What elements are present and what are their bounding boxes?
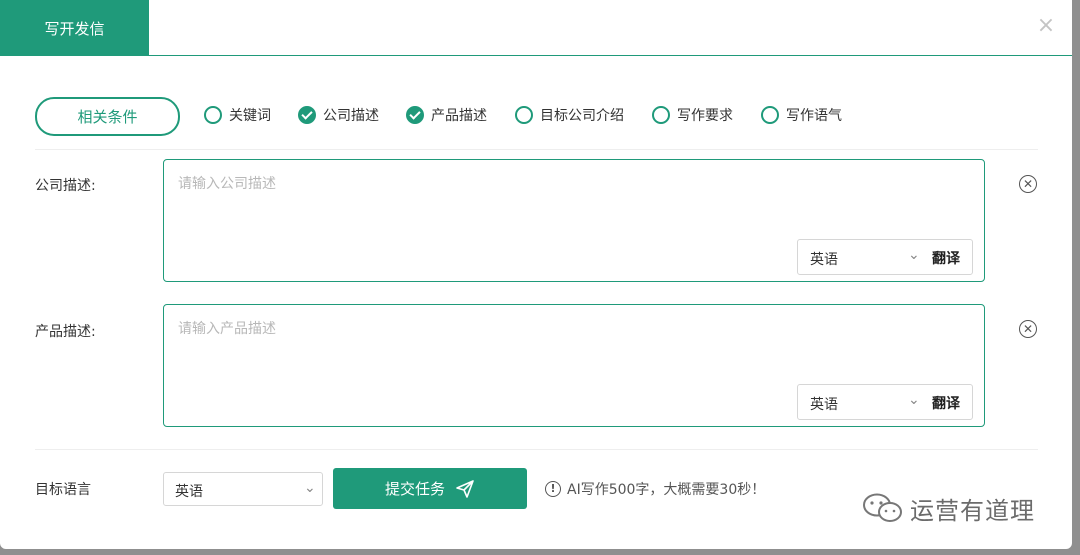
divider (35, 449, 1038, 450)
product-desc-placeholder: 请输入产品描述 (178, 321, 276, 337)
dialog-title-tab[interactable]: 写开发信 (0, 0, 149, 56)
divider (35, 149, 1038, 150)
option-label: 关键词 (229, 108, 271, 124)
radio-checked-icon[interactable] (298, 106, 316, 124)
option-writing-tone[interactable]: 写作语气 (761, 105, 842, 125)
option-label: 写作语气 (786, 108, 842, 124)
option-label: 目标公司介绍 (540, 108, 624, 124)
option-company-desc[interactable]: 公司描述 (298, 105, 379, 125)
option-target-company[interactable]: 目标公司介绍 (515, 105, 624, 125)
radio-unchecked-icon[interactable] (515, 106, 533, 124)
product-language-select[interactable]: 英语 ⌄ 翻译 (797, 384, 973, 420)
write-letter-dialog: 写开发信 × 相关条件 关键词 公司描述 产品描述 目标公司介绍 写作要求 写作… (0, 0, 1072, 549)
radio-checked-icon[interactable] (406, 106, 424, 124)
chevron-down-icon: ⌄ (304, 480, 316, 496)
product-language-value: 英语 (810, 397, 838, 413)
watermark: 运营有道理 (862, 490, 1035, 526)
product-desc-label: 产品描述: (35, 324, 96, 340)
option-product-desc[interactable]: 产品描述 (406, 105, 487, 125)
conditions-button[interactable]: 相关条件 (35, 97, 180, 136)
target-language-label: 目标语言 (35, 482, 91, 498)
option-label: 公司描述 (323, 108, 379, 124)
option-label: 写作要求 (677, 108, 733, 124)
radio-unchecked-icon[interactable] (761, 106, 779, 124)
conditions-button-label: 相关条件 (77, 108, 138, 126)
company-desc-placeholder: 请输入公司描述 (178, 176, 276, 192)
company-translate-button[interactable]: 翻译 (932, 248, 960, 268)
notice: ! AI写作500字，大概需要30秒！ (545, 479, 765, 499)
close-icon[interactable]: × (1036, 15, 1056, 37)
clear-circle-icon[interactable]: ✕ (1019, 175, 1037, 193)
option-writing-requirements[interactable]: 写作要求 (652, 105, 733, 125)
option-keywords[interactable]: 关键词 (204, 105, 271, 125)
dialog-header: 写开发信 × (0, 0, 1072, 56)
submit-task-button[interactable]: 提交任务 (333, 468, 527, 509)
wechat-icon (863, 493, 902, 522)
company-desc-textarea[interactable]: 请输入公司描述 英语 ⌄ 翻译 (163, 159, 985, 282)
target-language-value: 英语 (175, 484, 203, 500)
chevron-down-icon: ⌄ (908, 392, 920, 408)
company-language-select[interactable]: 英语 ⌄ 翻译 (797, 239, 973, 275)
watermark-text: 运营有道理 (910, 496, 1035, 525)
product-translate-button[interactable]: 翻译 (932, 393, 960, 413)
radio-unchecked-icon[interactable] (652, 106, 670, 124)
send-icon (456, 479, 474, 498)
product-desc-textarea[interactable]: 请输入产品描述 英语 ⌄ 翻译 (163, 304, 985, 427)
radio-unchecked-icon[interactable] (204, 106, 222, 124)
submit-label: 提交任务 (384, 480, 445, 498)
company-language-value: 英语 (810, 252, 838, 268)
target-language-select[interactable]: 英语 ⌄ (163, 472, 323, 506)
option-label: 产品描述 (431, 108, 487, 124)
dialog-title: 写开发信 (44, 19, 105, 38)
notice-text: AI写作500字，大概需要30秒！ (567, 482, 766, 498)
clear-circle-icon[interactable]: ✕ (1019, 320, 1037, 338)
chevron-down-icon: ⌄ (908, 247, 920, 263)
company-desc-label: 公司描述: (35, 178, 96, 194)
info-icon: ! (545, 481, 561, 497)
